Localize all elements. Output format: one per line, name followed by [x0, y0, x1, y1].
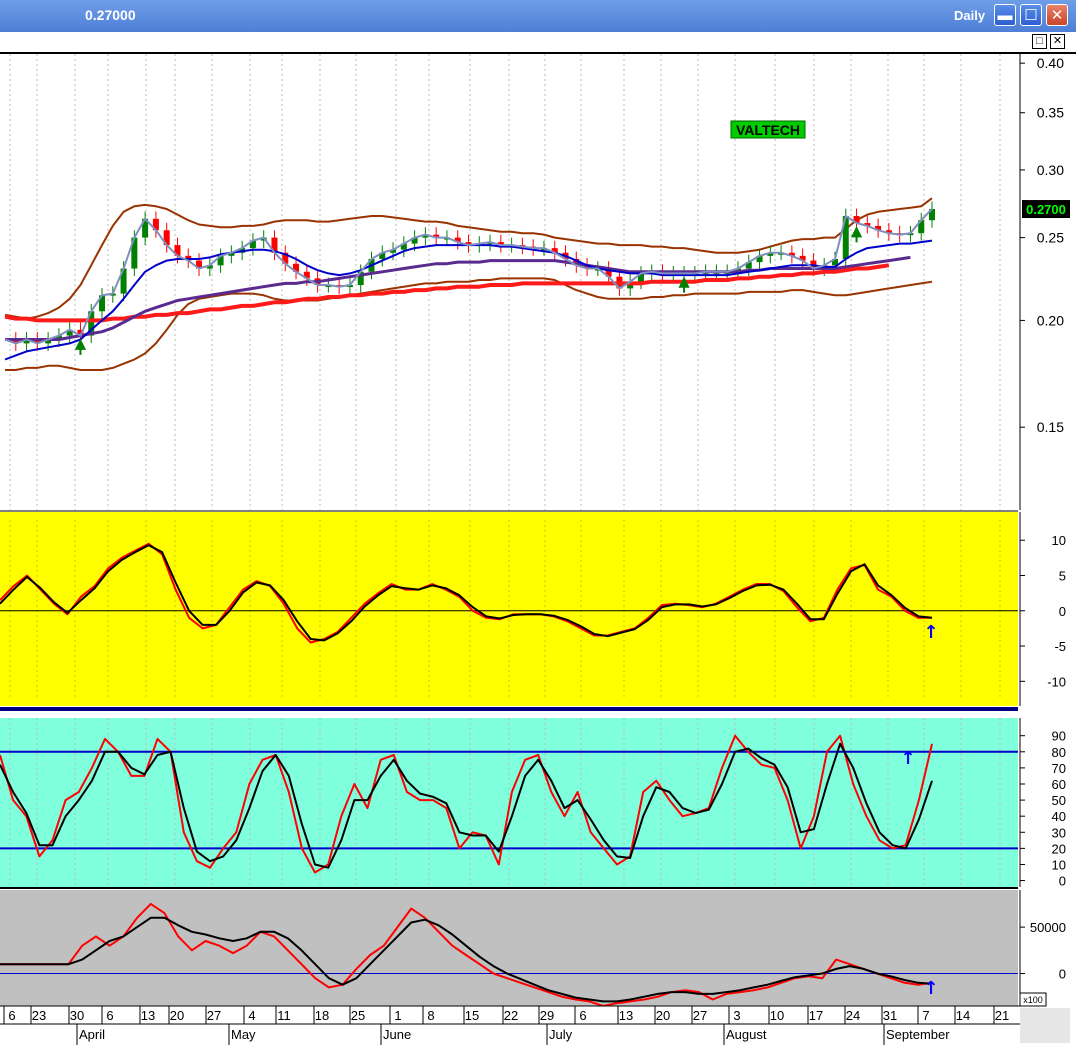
- x-axis-day-label: 21: [995, 1008, 1009, 1023]
- x-axis-day-label: 6: [8, 1008, 15, 1023]
- stochastic-tick-label: 10: [1052, 857, 1066, 872]
- stochastic-tick-label: 30: [1052, 825, 1066, 840]
- stochastic-tick-label: 60: [1052, 777, 1066, 792]
- x-axis-day-label: 23: [32, 1008, 46, 1023]
- x-axis-day-label: 25: [351, 1008, 365, 1023]
- price-tick-label: 0.40: [1037, 55, 1064, 71]
- unit-label: x100: [1023, 995, 1043, 1005]
- x-axis-day-label: 27: [207, 1008, 221, 1023]
- x-axis-day-label: 31: [883, 1008, 897, 1023]
- x-axis-day-label: 11: [277, 1008, 291, 1023]
- flow-signal-arrow: ↑: [923, 978, 938, 999]
- price-tick-label: 0.20: [1037, 312, 1064, 328]
- x-axis-day-label: 29: [540, 1008, 554, 1023]
- flow-pane-background: [0, 890, 1018, 1006]
- oscillator-tick-label: 10: [1052, 533, 1066, 548]
- stochastic-tick-label: 20: [1052, 841, 1066, 856]
- stochastic-tick-label: 80: [1052, 745, 1066, 760]
- x-axis-month-label: June: [383, 1027, 411, 1042]
- stochastic-tick-label: 90: [1052, 729, 1066, 744]
- x-axis-day-label: 13: [619, 1008, 633, 1023]
- price-pane-background: [0, 54, 1018, 510]
- x-axis-day-label: 30: [70, 1008, 84, 1023]
- oscillator-tick-label: -5: [1054, 639, 1066, 654]
- x-axis-day-label: 6: [579, 1008, 586, 1023]
- stochastic-tick-label: 40: [1052, 809, 1066, 824]
- oscillator-tick-label: 0: [1059, 604, 1066, 619]
- x-axis-day-label: 20: [170, 1008, 184, 1023]
- x-axis-day-label: 17: [809, 1008, 823, 1023]
- price-tick-label: 0.15: [1037, 419, 1064, 435]
- annotation-label: VALTECH: [736, 122, 800, 138]
- x-axis-month-label: September: [886, 1027, 950, 1042]
- x-axis-day-label: 3: [733, 1008, 740, 1023]
- x-axis-day-label: 22: [504, 1008, 518, 1023]
- stochastic-tick-label: 0: [1059, 874, 1066, 889]
- x-axis-day-label: 10: [770, 1008, 784, 1023]
- oscillator-signal-arrow: ↑: [923, 622, 938, 643]
- oscillator-tick-label: 5: [1059, 568, 1066, 583]
- oscillator-tick-label: -10: [1047, 674, 1066, 689]
- stochastic-tick-label: 70: [1052, 761, 1066, 776]
- x-axis-day-label: 15: [465, 1008, 479, 1023]
- x-axis-day-label: 8: [427, 1008, 434, 1023]
- x-axis-day-label: 6: [106, 1008, 113, 1023]
- x-axis-day-label: 24: [846, 1008, 860, 1023]
- x-axis-month-label: May: [231, 1027, 256, 1042]
- axis-corner: [1020, 1008, 1070, 1043]
- x-axis-month-label: July: [549, 1027, 573, 1042]
- x-axis-month-label: April: [79, 1027, 105, 1042]
- x-axis-day-label: 4: [248, 1008, 255, 1023]
- last-price-label: 0.2700: [1026, 202, 1066, 217]
- x-axis-day-label: 13: [141, 1008, 155, 1023]
- x-axis-day-label: 14: [956, 1008, 970, 1023]
- x-axis-day-label: 27: [693, 1008, 707, 1023]
- flow-tick-label: 50000: [1030, 920, 1066, 935]
- x-axis-day-label: 7: [922, 1008, 929, 1023]
- x-axis-month-label: August: [726, 1027, 767, 1042]
- price-tick-label: 0.30: [1037, 162, 1064, 178]
- stochastic-tick-label: 50: [1052, 793, 1066, 808]
- price-tick-label: 0.35: [1037, 105, 1064, 121]
- chart-canvas: 0.400.350.300.250.200.15VALTECH0.2700105…: [0, 54, 1070, 1045]
- x-axis-day-label: 18: [315, 1008, 329, 1023]
- x-axis-day-label: 1: [394, 1008, 401, 1023]
- stochastic-signal-arrow: ↑: [900, 748, 915, 769]
- flow-tick-label: 0: [1059, 967, 1066, 982]
- price-tick-label: 0.25: [1037, 230, 1064, 246]
- x-axis-day-label: 20: [656, 1008, 670, 1023]
